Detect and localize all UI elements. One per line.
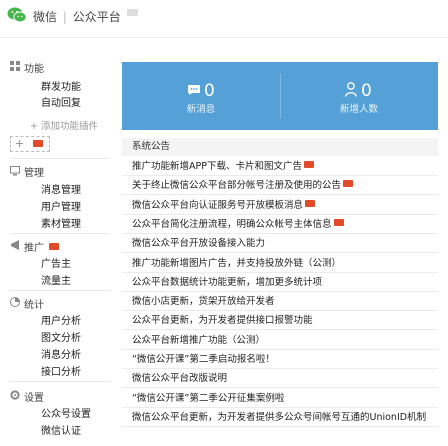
message-icon (188, 85, 200, 95)
sidebar-item-messages[interactable]: 消息管理 (41, 181, 81, 196)
sidebar-item-advertiser[interactable]: 广告主 (41, 255, 71, 270)
announcement-row[interactable]: “微信公开课”第二季公开征集案例啦 (122, 389, 438, 408)
new-badge (49, 243, 60, 250)
new-badge (33, 140, 43, 147)
stats-panel: 0 新消息 0 新增人数 (122, 62, 438, 130)
announcement-text: 微信公众平台更新，为开发者提供多公众号间帐号互通的UnionID机制 (132, 411, 427, 423)
announcement-text: 公众平台新增推广功能（公测） (132, 334, 266, 346)
announcement-text: 微信小店更新，货架开放给开发者 (132, 296, 275, 308)
announcement-text: 公众平台简化注册流程，明确公众帐号主体信息 (132, 218, 332, 230)
announcement-row[interactable]: 公众平台简化注册流程，明确公众帐号主体信息 (122, 215, 438, 234)
sidebar-item-materials[interactable]: 素材管理 (41, 215, 81, 230)
sidebar-divider (10, 158, 110, 159)
announcement-row[interactable]: 推广功能新增APP下载、卡片和图文广告 (122, 157, 438, 176)
announcement-row[interactable]: 公众平台更新，为开发者提供接口报警功能 (122, 311, 438, 331)
add-plugin-box[interactable]: + (10, 136, 50, 152)
group-title-stats: 统计 (24, 300, 44, 311)
stat-new-messages[interactable]: 0 新消息 (122, 62, 280, 130)
add-plugin-link[interactable]: + 添加功能插件 (30, 118, 98, 132)
sidebar: 功能 群发功能 自动回复 + 添加功能插件 + 管理 消息管理 用户管理 素材管… (0, 52, 114, 446)
announcement-row[interactable]: 公众平台数据统计功能更新，增加更多统计项 (122, 273, 438, 292)
announcement-row[interactable]: 关于终止微信公众平台部分帐号注册及使用的公告 (122, 176, 438, 196)
announcement-text: 公众平台更新，为开发者提供接口报警功能 (132, 315, 313, 327)
new-badge (303, 161, 314, 168)
megaphone-icon (11, 240, 19, 250)
new-badge (305, 199, 316, 207)
announcement-text: “微信公开课”第二季启动报名啦！ (132, 354, 275, 365)
announcement-row[interactable]: 公众平台新增推广功能（公测） (122, 331, 438, 350)
sidebar-item-wechat-verify[interactable]: 微信认证 (41, 422, 81, 437)
new-badge (333, 218, 344, 226)
person-icon (345, 82, 357, 97)
announcement-text: “微信公开课”第二季公开征集案例啦 (132, 392, 285, 404)
plus-icon: + (15, 137, 25, 150)
brand-wechat: 微信 (33, 10, 58, 24)
sidebar-item-article-analysis[interactable]: 图文分析 (41, 329, 81, 344)
announcement-row[interactable]: 微信公众平台向认证服务号开放模板消息 (122, 196, 438, 215)
announcement-row[interactable]: 微信公众平台开放设备接入能力 (122, 234, 438, 254)
stat-new-followers[interactable]: 0 新增人数 (280, 62, 438, 130)
grid-icon (10, 61, 20, 71)
announcement-text: 微信公众平台改版说明 (132, 373, 228, 385)
announcement-row[interactable]: 微信小店更新，货架开放给开发者 (122, 292, 438, 312)
brand-separator: | (62, 10, 67, 24)
sidebar-item-auto-reply[interactable]: 自动回复 (41, 94, 81, 109)
sidebar-item-message-analysis[interactable]: 消息分析 (41, 346, 81, 361)
announcement-text: 公众平台数据统计功能更新，增加更多统计项 (132, 276, 323, 288)
chart-icon (10, 297, 20, 307)
group-title-promo: 推广 (24, 239, 60, 254)
gear-icon (10, 390, 20, 400)
sidebar-item-user-analysis[interactable]: 用户分析 (41, 312, 81, 327)
sidebar-item-users[interactable]: 用户管理 (41, 198, 81, 213)
sidebar-item-mass-send[interactable]: 群发功能 (41, 78, 81, 93)
sidebar-item-account-settings[interactable]: 公众号设置 (41, 405, 91, 420)
group-title-manage: 管理 (24, 168, 44, 179)
stat-new-followers-label: 新增人数 (339, 104, 378, 115)
sidebar-divider (10, 381, 110, 382)
announcement-text: 推广功能新增图片广告，并支持投放外链（公测） (132, 257, 342, 269)
sidebar-item-api-analysis[interactable]: 接口分析 (41, 363, 81, 378)
top-bar: 微信 | 公众平台 (0, 0, 448, 38)
new-badge (343, 180, 354, 188)
wechat-logo-icon[interactable] (7, 7, 27, 23)
announcement-row[interactable]: 微信公众平台更新，为开发者提供多公众号间帐号互通的UnionID机制 (122, 408, 438, 427)
beta-badge (126, 9, 138, 16)
announcement-text: 关于终止微信公众平台部分帐号注册及使用的公告 (132, 180, 342, 192)
monitor-icon (10, 166, 20, 176)
sidebar-divider (10, 233, 110, 234)
brand-title[interactable]: 微信 | 公众平台 (33, 8, 138, 25)
sidebar-item-publisher[interactable]: 流量主 (41, 272, 71, 287)
announcement-row[interactable]: “微信公开课”第二季启动报名啦！ (122, 350, 438, 369)
brand-platform: 公众平台 (72, 10, 121, 24)
sidebar-divider (10, 290, 110, 291)
announcement-text: 推广功能新增APP下载、卡片和图文广告 (132, 161, 302, 172)
stat-new-messages-label: 新消息 (186, 104, 216, 115)
group-title-features: 功能 (24, 64, 44, 75)
group-title-settings: 设置 (24, 393, 44, 404)
group-title-promo-label: 推广 (24, 243, 44, 254)
stat-new-messages-value: 0 (204, 81, 215, 101)
announcements-title: 系统公告 (122, 138, 438, 156)
stat-new-followers-value: 0 (361, 81, 372, 101)
announcement-row[interactable]: 推广功能新增图片广告，并支持投放外链（公测） (122, 254, 438, 273)
announcement-text: 微信公众平台向认证服务号开放模板消息 (132, 199, 304, 211)
add-plugin-label: + 添加功能插件 (30, 121, 98, 132)
announcement-row[interactable]: 微信公众平台改版说明 (122, 369, 438, 389)
announcement-text: 微信公众平台开放设备接入能力 (132, 238, 266, 250)
